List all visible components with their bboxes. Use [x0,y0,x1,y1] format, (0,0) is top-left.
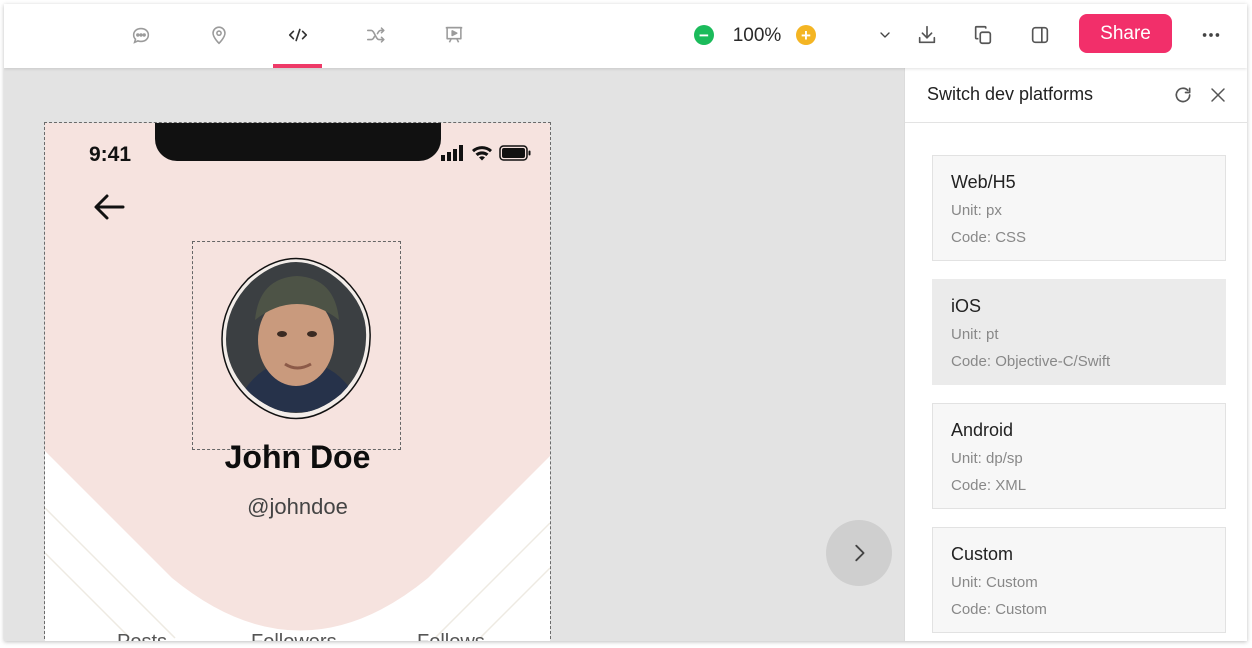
profile-name: John Doe [224,439,371,475]
next-page-button[interactable] [826,520,892,586]
location-pin-icon[interactable] [202,18,236,52]
platform-name: Web/H5 [951,172,1016,192]
download-icon[interactable] [910,18,944,52]
presentation-icon[interactable] [437,18,471,52]
back-arrow-icon[interactable] [93,193,125,221]
stat-follows-label: Follows [417,631,485,641]
battery-icon [499,145,531,161]
active-tab-indicator [273,64,322,68]
zoom-level: 100% [732,25,782,46]
avatar [221,257,371,420]
platform-card-ios[interactable]: iOS Unit: pt Code: Objective-C/Swift [932,279,1226,385]
platform-unit: Unit: dp/sp [951,450,1023,467]
comment-icon[interactable] [124,18,158,52]
refresh-icon[interactable] [1170,82,1196,108]
top-toolbar: − 100% + Share [4,4,1247,68]
platform-card-custom[interactable]: Custom Unit: Custom Code: Custom [932,527,1226,633]
design-canvas[interactable]: 9:41 John Doe @johndoe [4,68,904,641]
platform-unit: Unit: Custom [951,574,1038,591]
platform-code: Code: Custom [951,601,1047,618]
platform-name: Android [951,420,1014,440]
close-icon[interactable] [1205,82,1231,108]
copy-icon[interactable] [966,18,1000,52]
profile-handle: @johndoe [247,494,348,519]
chevron-right-icon [855,544,865,562]
shuffle-icon[interactable] [359,18,393,52]
share-button[interactable]: Share [1079,14,1172,53]
code-icon[interactable] [281,18,315,52]
zoom-in-button[interactable]: + [796,25,816,45]
platform-unit: Unit: pt [951,326,999,343]
platform-code: Code: CSS [951,229,1027,246]
panel-title: Switch dev platforms [927,84,1094,104]
panel-toggle-icon[interactable] [1023,18,1057,52]
platform-name: Custom [951,544,1014,564]
status-time: 9:41 [89,143,132,166]
platform-card-web[interactable]: Web/H5 Unit: px Code: CSS [932,155,1226,261]
phone-notch [155,123,441,161]
wifi-icon [472,146,492,161]
platform-name: iOS [951,296,982,316]
zoom-out-button[interactable]: − [694,25,714,45]
panel-header: Switch dev platforms [905,68,1247,123]
platform-card-android[interactable]: Android Unit: dp/sp Code: XML [932,403,1226,509]
stat-posts-label: Posts [117,631,167,641]
stat-followers-label: Followers [251,631,337,641]
platform-code: Code: Objective-C/Swift [951,353,1111,370]
platform-unit: Unit: px [951,202,1002,219]
app-window: − 100% + Share 9:41 John Doe @johndoe Sw… [4,4,1247,641]
chevron-down-icon[interactable] [868,18,902,52]
status-icons [441,145,532,161]
platform-code: Code: XML [951,477,1027,494]
more-options-icon[interactable] [1194,18,1228,52]
phone-artboard[interactable]: 9:41 John Doe @johndoe [44,122,551,641]
signal-icon [441,145,463,161]
avatar-selection-box[interactable] [192,241,401,450]
dev-platform-panel: Switch dev platforms Web/H5 Unit: px Cod… [904,68,1247,641]
